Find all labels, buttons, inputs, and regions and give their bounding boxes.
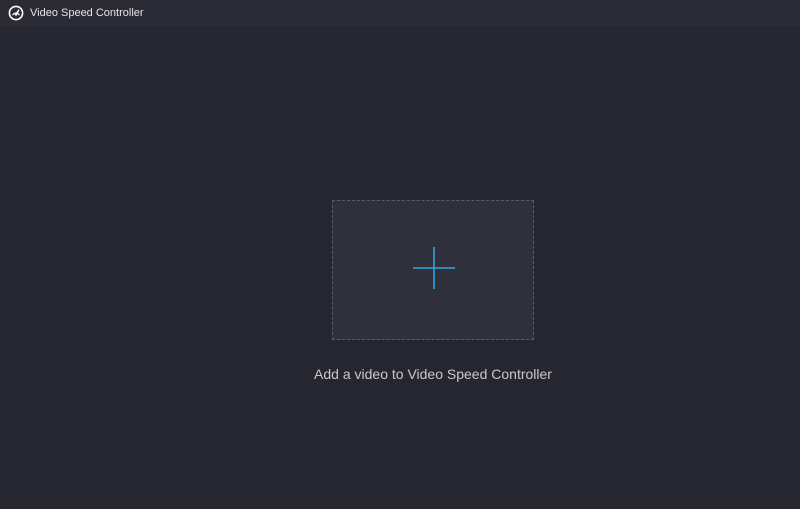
add-video-drop-zone[interactable]	[332, 200, 534, 340]
plus-icon[interactable]	[413, 247, 455, 289]
add-video-label: Add a video to Video Speed Controller	[314, 366, 552, 382]
speedometer-icon	[8, 5, 24, 21]
window-title: Video Speed Controller	[30, 7, 144, 19]
title-bar: Video Speed Controller	[0, 0, 800, 27]
